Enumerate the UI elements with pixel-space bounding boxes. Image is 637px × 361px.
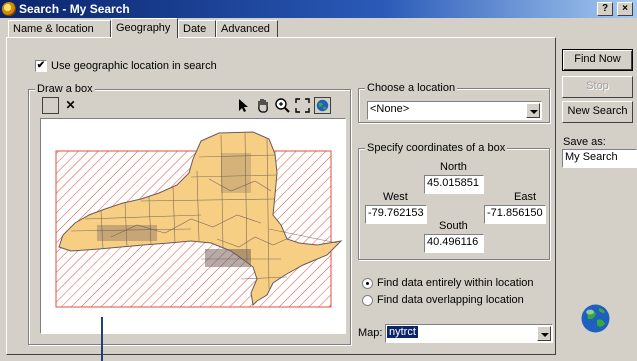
- location-dropdown[interactable]: <None>: [367, 101, 542, 120]
- globe-icon[interactable]: [314, 97, 331, 114]
- find-overlapping-label: Find data overlapping location: [377, 294, 524, 306]
- tab-name-location[interactable]: Name & location: [8, 20, 111, 37]
- title-bar: Search - My Search ? ×: [0, 0, 637, 18]
- find-entirely-label: Find data entirely within location: [377, 277, 534, 289]
- save-as-label: Save as:: [563, 136, 606, 148]
- globe-search-icon: [581, 304, 610, 333]
- save-as-value: My Search: [565, 151, 618, 163]
- search-dialog: Search - My Search ? × Name & location G…: [0, 0, 637, 361]
- stop-button[interactable]: Stop: [562, 76, 633, 98]
- east-label: East: [514, 191, 537, 203]
- west-value: -79.762153: [368, 207, 424, 219]
- chevron-down-icon[interactable]: [537, 326, 551, 341]
- map-label: Map:: [358, 327, 383, 339]
- new-search-button[interactable]: New Search: [562, 101, 633, 123]
- location-dropdown-value: <None>: [370, 103, 410, 115]
- west-label: West: [383, 191, 408, 203]
- map-dropdown[interactable]: nytrct: [385, 324, 553, 343]
- pan-hand-icon[interactable]: [254, 97, 271, 114]
- north-field[interactable]: 45.015851: [424, 175, 484, 194]
- find-now-button[interactable]: Find Now: [562, 49, 633, 71]
- use-geographic-location-label: Use geographic location in search: [51, 60, 217, 72]
- zoom-in-icon[interactable]: [274, 97, 291, 114]
- south-label: South: [439, 220, 468, 232]
- south-field[interactable]: 40.496116: [424, 234, 484, 253]
- callout-line: [101, 317, 103, 361]
- tab-advanced[interactable]: Advanced: [216, 20, 278, 37]
- north-label: North: [440, 161, 467, 173]
- east-value: -71.856150: [487, 207, 543, 219]
- map-canvas[interactable]: [40, 118, 346, 334]
- full-extent-icon[interactable]: [294, 97, 311, 114]
- help-button[interactable]: ?: [597, 2, 613, 16]
- app-icon: [2, 2, 16, 16]
- clear-x-icon[interactable]: ✕: [62, 97, 79, 114]
- find-overlapping-radio[interactable]: [362, 295, 373, 306]
- map-drawing: [55, 131, 343, 308]
- select-arrow-icon[interactable]: [234, 97, 251, 114]
- north-value: 45.015851: [427, 177, 479, 189]
- map-dropdown-value: nytrct: [387, 326, 418, 338]
- chevron-down-icon[interactable]: [526, 103, 540, 118]
- window-title: Search - My Search: [19, 2, 130, 16]
- tab-date[interactable]: Date: [178, 20, 216, 37]
- find-entirely-radio[interactable]: [362, 278, 373, 289]
- save-as-field[interactable]: My Search: [562, 149, 637, 168]
- south-value: 40.496116: [427, 236, 479, 248]
- draw-box-label: Draw a box: [35, 83, 95, 95]
- use-geographic-location-checkbox[interactable]: ✔: [35, 60, 47, 72]
- east-field[interactable]: -71.856150: [484, 205, 546, 224]
- rectangle-icon[interactable]: [42, 97, 59, 114]
- choose-location-label: Choose a location: [365, 82, 458, 94]
- tab-geography[interactable]: Geography: [111, 18, 178, 38]
- coordinates-label: Specify coordinates of a box: [365, 142, 508, 154]
- west-field[interactable]: -79.762153: [365, 205, 427, 224]
- close-button[interactable]: ×: [617, 2, 633, 16]
